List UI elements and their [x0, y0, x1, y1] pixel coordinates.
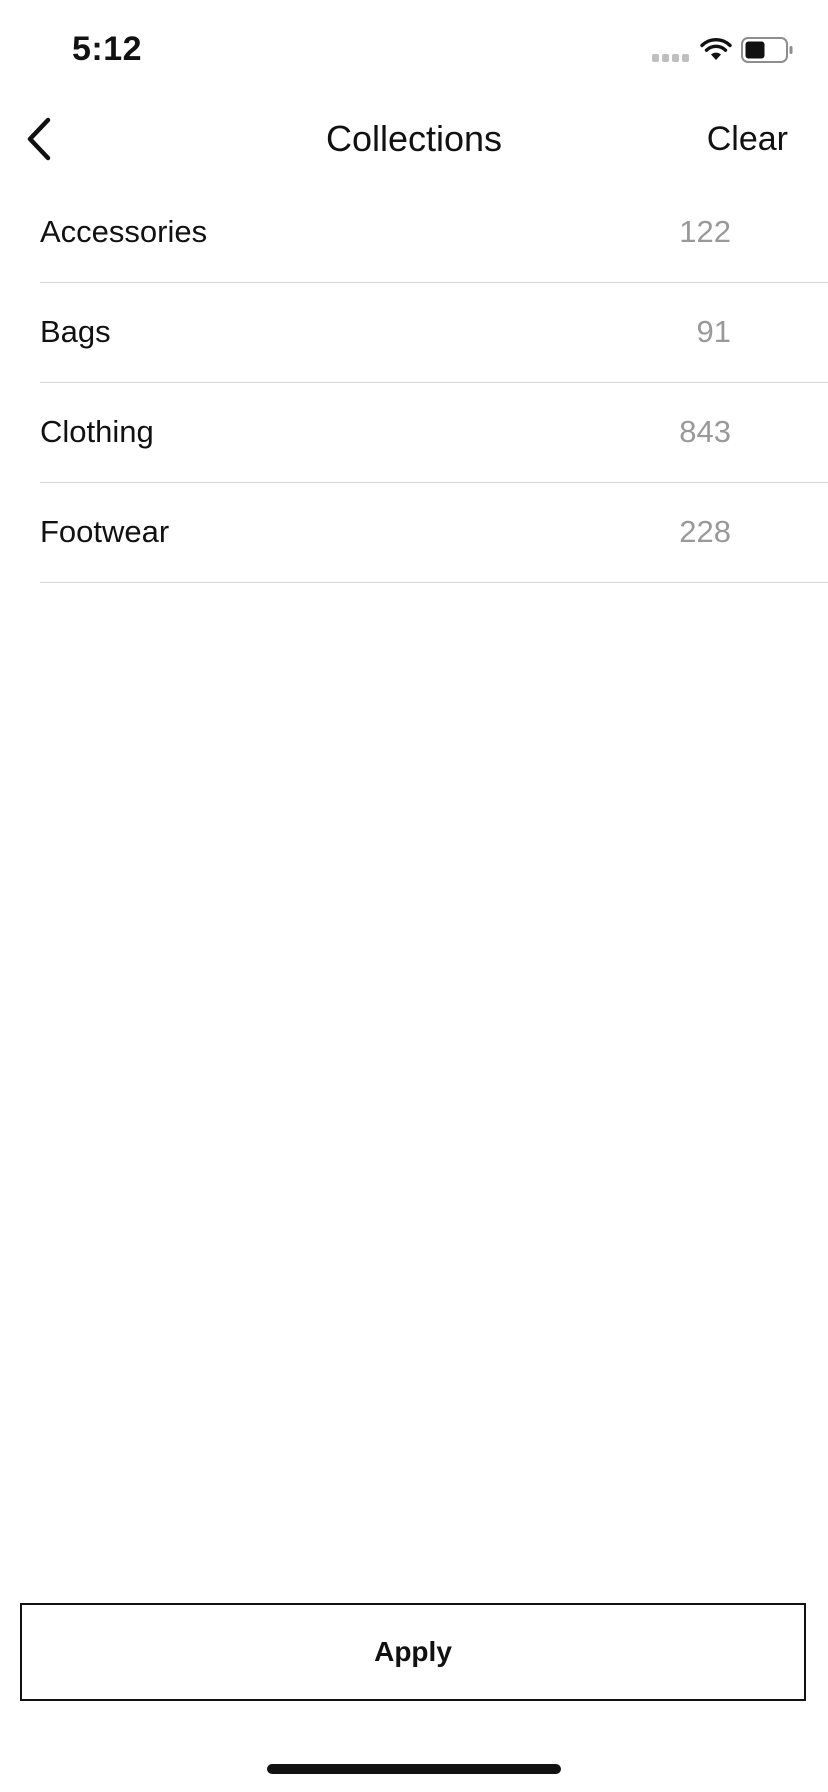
- list-item-clothing[interactable]: Clothing 843: [40, 383, 828, 483]
- list-item-label: Accessories: [40, 214, 208, 249]
- list-item-footwear[interactable]: Footwear 228: [40, 483, 828, 583]
- list-item-bags[interactable]: Bags 91: [40, 283, 828, 383]
- status-time: 5:12: [72, 30, 143, 68]
- status-bar: 5:12: [0, 0, 828, 100]
- nav-bar: Collections Clear: [0, 100, 828, 180]
- list-item-label: Clothing: [40, 414, 154, 449]
- cellular-signal-icon: [652, 54, 690, 62]
- home-indicator: [267, 1764, 561, 1774]
- list-item-label: Bags: [40, 314, 111, 349]
- list-item-label: Footwear: [40, 514, 170, 549]
- list-item-count: 122: [679, 214, 731, 249]
- list-item-count: 843: [679, 414, 731, 449]
- clear-button[interactable]: Clear: [707, 120, 788, 159]
- list-item-count: 91: [696, 314, 731, 349]
- wifi-icon: [700, 38, 732, 60]
- collection-list: Accessories 122 Bags 91 Clothing 843 Foo…: [40, 183, 828, 583]
- list-item-count: 228: [679, 514, 731, 549]
- list-item-accessories[interactable]: Accessories 122: [40, 183, 828, 283]
- apply-button[interactable]: Apply: [20, 1603, 806, 1701]
- battery-icon: [741, 37, 793, 63]
- page-title: Collections: [325, 118, 503, 159]
